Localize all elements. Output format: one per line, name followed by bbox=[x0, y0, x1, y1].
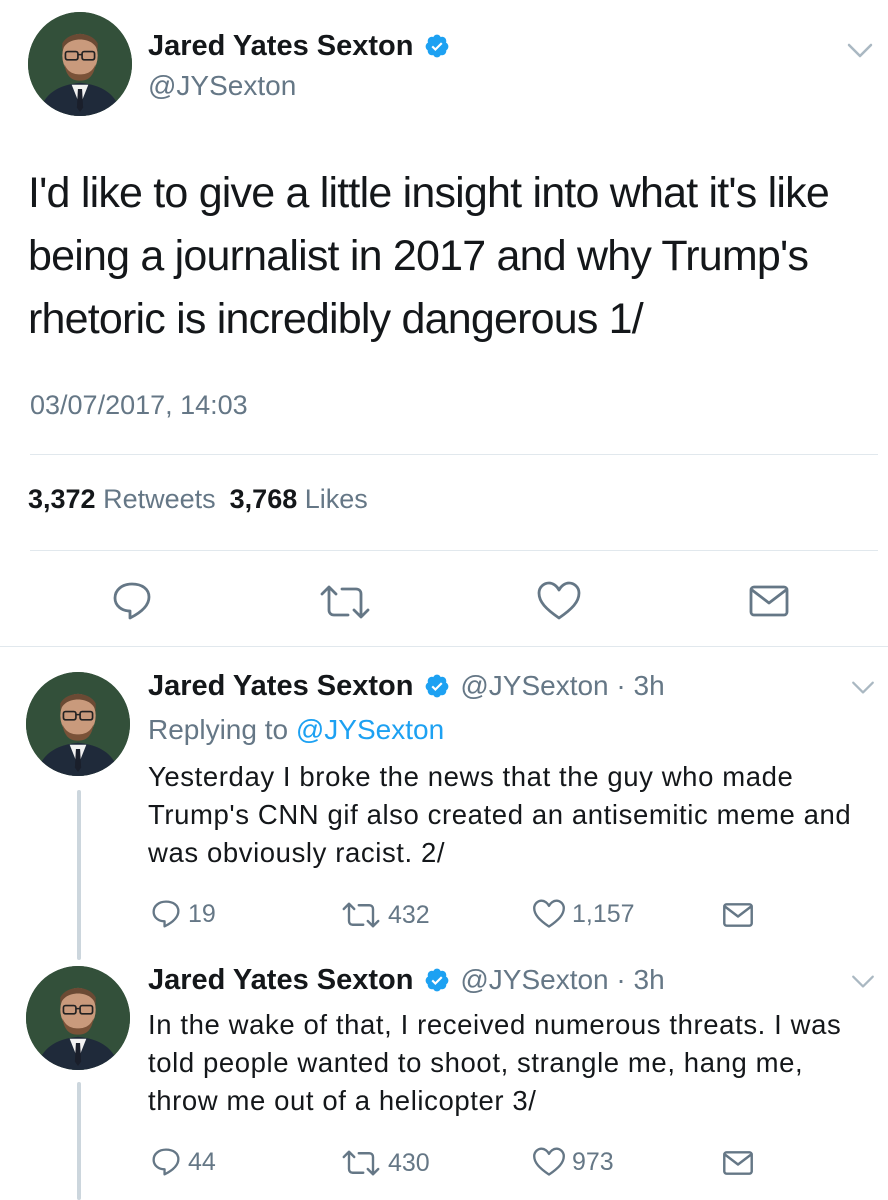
reply-count: 19 bbox=[188, 899, 216, 928]
handle-and-time[interactable]: @JYSexton · 3h bbox=[460, 670, 664, 701]
divider bbox=[0, 646, 888, 647]
replying-to: Replying to @JYSexton bbox=[148, 714, 444, 746]
reply-count: 44 bbox=[188, 1147, 216, 1176]
author-name[interactable]: Jared Yates Sexton bbox=[148, 964, 413, 996]
retweet-count: 432 bbox=[388, 900, 430, 929]
like-count: 3,768 bbox=[229, 484, 298, 514]
author-handle[interactable]: @JYSexton bbox=[148, 70, 296, 102]
like-count: 973 bbox=[572, 1147, 614, 1176]
tweet-timestamp[interactable]: 03/07/2017, 14:03 bbox=[30, 390, 248, 421]
like-label: Likes bbox=[304, 484, 368, 514]
author-name[interactable]: Jared Yates Sexton bbox=[148, 670, 413, 702]
verified-badge-icon bbox=[424, 673, 450, 704]
retweet-button[interactable]: 432 bbox=[340, 900, 430, 930]
like-count: 1,157 bbox=[572, 899, 635, 928]
verified-badge-icon bbox=[424, 967, 450, 998]
divider bbox=[30, 454, 878, 455]
retweet-icon bbox=[342, 1150, 380, 1176]
chevron-down-icon[interactable] bbox=[850, 680, 876, 701]
replying-mention[interactable]: @JYSexton bbox=[296, 714, 444, 745]
tweet-text: In the wake of that, I received numerous… bbox=[148, 1009, 842, 1116]
direct-message-icon bbox=[723, 1151, 753, 1175]
chevron-down-icon[interactable] bbox=[850, 974, 876, 995]
retweet-label: Retweets bbox=[103, 484, 216, 514]
reply-button[interactable]: 44 bbox=[150, 1146, 216, 1178]
like-icon bbox=[537, 581, 581, 620]
reply-button[interactable]: 19 bbox=[150, 898, 216, 930]
thread-connector bbox=[77, 790, 81, 960]
avatar[interactable] bbox=[26, 672, 130, 776]
direct-message-icon bbox=[723, 903, 753, 927]
reply-icon bbox=[113, 582, 151, 620]
direct-message-icon bbox=[749, 585, 789, 617]
retweet-button[interactable] bbox=[318, 582, 372, 622]
divider bbox=[30, 550, 878, 551]
like-icon bbox=[533, 899, 565, 928]
avatar[interactable] bbox=[28, 12, 132, 116]
chevron-down-icon[interactable] bbox=[846, 42, 874, 65]
like-icon bbox=[533, 1147, 565, 1176]
avatar-photo bbox=[28, 12, 132, 116]
retweet-stat[interactable]: 3,372 Retweets bbox=[28, 484, 216, 514]
direct-message-button[interactable] bbox=[748, 584, 790, 618]
tweet-text: Yesterday I broke the news that the guy … bbox=[148, 761, 852, 868]
tweet-stats: 3,372 Retweets 3,768 Likes bbox=[28, 484, 368, 515]
reply-icon bbox=[152, 1148, 180, 1176]
handle-and-time[interactable]: @JYSexton · 3h bbox=[460, 964, 664, 995]
like-stat[interactable]: 3,768 Likes bbox=[230, 484, 368, 514]
like-button[interactable] bbox=[536, 580, 582, 622]
replying-prefix: Replying to bbox=[148, 714, 289, 745]
retweet-count: 430 bbox=[388, 1148, 430, 1177]
thread-connector bbox=[77, 1082, 81, 1200]
retweet-icon bbox=[342, 902, 380, 928]
reply-icon bbox=[152, 900, 180, 928]
retweet-count: 3,372 bbox=[28, 484, 96, 514]
verified-badge-icon bbox=[424, 33, 450, 64]
direct-message-button[interactable] bbox=[722, 1150, 754, 1176]
retweet-icon bbox=[320, 585, 370, 619]
avatar-photo bbox=[26, 966, 130, 1070]
like-button[interactable]: 1,157 bbox=[532, 898, 635, 930]
tweet-text: I'd like to give a little insight into w… bbox=[28, 169, 830, 343]
avatar[interactable] bbox=[26, 966, 130, 1070]
like-button[interactable]: 973 bbox=[532, 1146, 614, 1178]
author-name[interactable]: Jared Yates Sexton bbox=[148, 30, 413, 62]
retweet-button[interactable]: 430 bbox=[340, 1148, 430, 1178]
reply-button[interactable] bbox=[110, 580, 154, 622]
direct-message-button[interactable] bbox=[722, 902, 754, 928]
avatar-photo bbox=[26, 672, 130, 776]
